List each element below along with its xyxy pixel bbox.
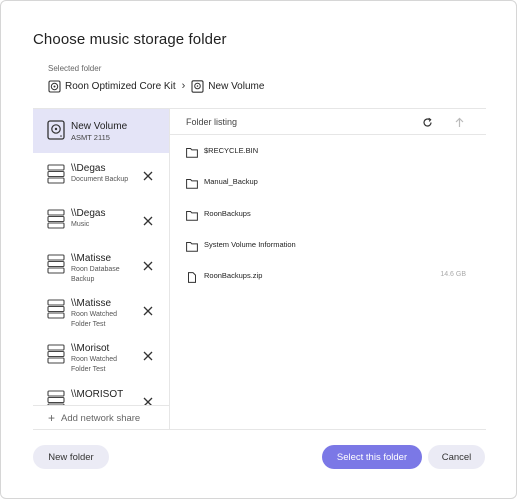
share-name: \\Degas xyxy=(71,208,106,219)
core-icon xyxy=(48,79,61,93)
folder-icon xyxy=(186,145,198,158)
list-item[interactable]: RoonBackups xyxy=(170,204,486,224)
list-item-name: System Volume Information xyxy=(204,240,296,249)
dialog-title: Choose music storage folder xyxy=(33,31,227,48)
list-item-name: RoonBackups xyxy=(204,209,251,218)
refresh-icon[interactable] xyxy=(422,115,433,127)
share-sub: Roon Watched Folder Test xyxy=(71,311,118,328)
dialog: Choose music storage folder Selected fol… xyxy=(0,0,517,499)
cancel-button[interactable]: Cancel xyxy=(428,445,485,469)
arrow-up-icon[interactable] xyxy=(454,115,465,127)
list-item-name: Manual_Backup xyxy=(204,177,258,186)
server-icon xyxy=(47,164,65,184)
remove-share-icon[interactable] xyxy=(143,258,153,271)
sidebar: New Volume ASMT 2115 \\Degas Document Ba… xyxy=(33,109,170,429)
list-item-name: $RECYCLE.BIN xyxy=(204,146,259,155)
folder-listing-title: Folder listing xyxy=(186,117,238,127)
drive-icon xyxy=(47,120,65,140)
sidebar-item-share[interactable]: \\Morisot Roon Watched Folder Test xyxy=(33,333,169,377)
selected-folder-label: Selected folder xyxy=(48,64,102,73)
remove-share-icon[interactable] xyxy=(143,394,153,407)
server-icon xyxy=(47,299,65,319)
sidebar-item-share[interactable]: \\Matisse Roon Watched Folder Test xyxy=(33,288,169,332)
breadcrumb-item-volume[interactable]: New Volume xyxy=(208,81,264,92)
folder-listing: Folder listing $RECYCLE.BIN Manual_Backu… xyxy=(170,109,486,429)
file-size: 14.6 GB xyxy=(440,271,466,278)
sidebar-item-share[interactable]: \\Matisse Roon Database Backup xyxy=(33,243,169,287)
breadcrumb-item-core[interactable]: Roon Optimized Core Kit xyxy=(65,81,176,92)
share-sub: Music xyxy=(71,221,90,228)
folder-listing-header: Folder listing xyxy=(170,109,486,135)
sidebar-item-share[interactable]: \\Degas Music xyxy=(33,198,169,242)
server-icon xyxy=(47,254,65,274)
server-icon xyxy=(47,344,65,364)
share-name: \\Degas xyxy=(71,163,106,174)
folder-icon xyxy=(186,239,198,252)
share-sub: Document Backup xyxy=(71,176,129,183)
list-item[interactable]: System Volume Information xyxy=(170,235,486,255)
share-name: \\Matisse xyxy=(71,298,112,309)
breadcrumb-separator: › xyxy=(181,80,186,92)
share-sub: Roon Database Backup xyxy=(71,266,120,283)
breadcrumb: Roon Optimized Core Kit › New Volume xyxy=(48,78,264,94)
add-network-share-label: Add network share xyxy=(61,413,141,424)
share-sub: Roon Watched Folder Test xyxy=(71,356,118,373)
plus-icon: + xyxy=(48,411,56,425)
remove-share-icon[interactable] xyxy=(143,303,153,316)
remove-share-icon[interactable] xyxy=(143,168,153,181)
folder-icon xyxy=(186,176,198,189)
new-folder-button[interactable]: New folder xyxy=(33,445,109,469)
remove-share-icon[interactable] xyxy=(143,213,153,226)
share-name: \\Matisse xyxy=(71,253,112,264)
share-name: \\MORISOT xyxy=(71,389,124,400)
drive-icon xyxy=(191,79,204,93)
volume-name: New Volume xyxy=(71,121,128,132)
file-icon xyxy=(186,270,198,283)
share-name: \\Morisot xyxy=(71,343,110,354)
remove-share-icon[interactable] xyxy=(143,348,153,361)
sidebar-item-share[interactable]: \\Degas Document Backup xyxy=(33,153,169,197)
select-folder-button[interactable]: Select this folder xyxy=(322,445,422,469)
list-item[interactable]: RoonBackups.zip 14.6 GB xyxy=(170,266,486,286)
server-icon xyxy=(47,209,65,229)
list-item[interactable]: Manual_Backup xyxy=(170,172,486,192)
folder-panel: New Volume ASMT 2115 \\Degas Document Ba… xyxy=(33,108,486,430)
list-item[interactable]: $RECYCLE.BIN xyxy=(170,141,486,161)
folder-icon xyxy=(186,208,198,221)
list-item-name: RoonBackups.zip xyxy=(204,271,263,280)
add-network-share-button[interactable]: + Add network share xyxy=(33,405,169,429)
volume-sub: ASMT 2115 xyxy=(71,133,110,142)
sidebar-item-new-volume[interactable]: New Volume ASMT 2115 xyxy=(33,109,169,153)
